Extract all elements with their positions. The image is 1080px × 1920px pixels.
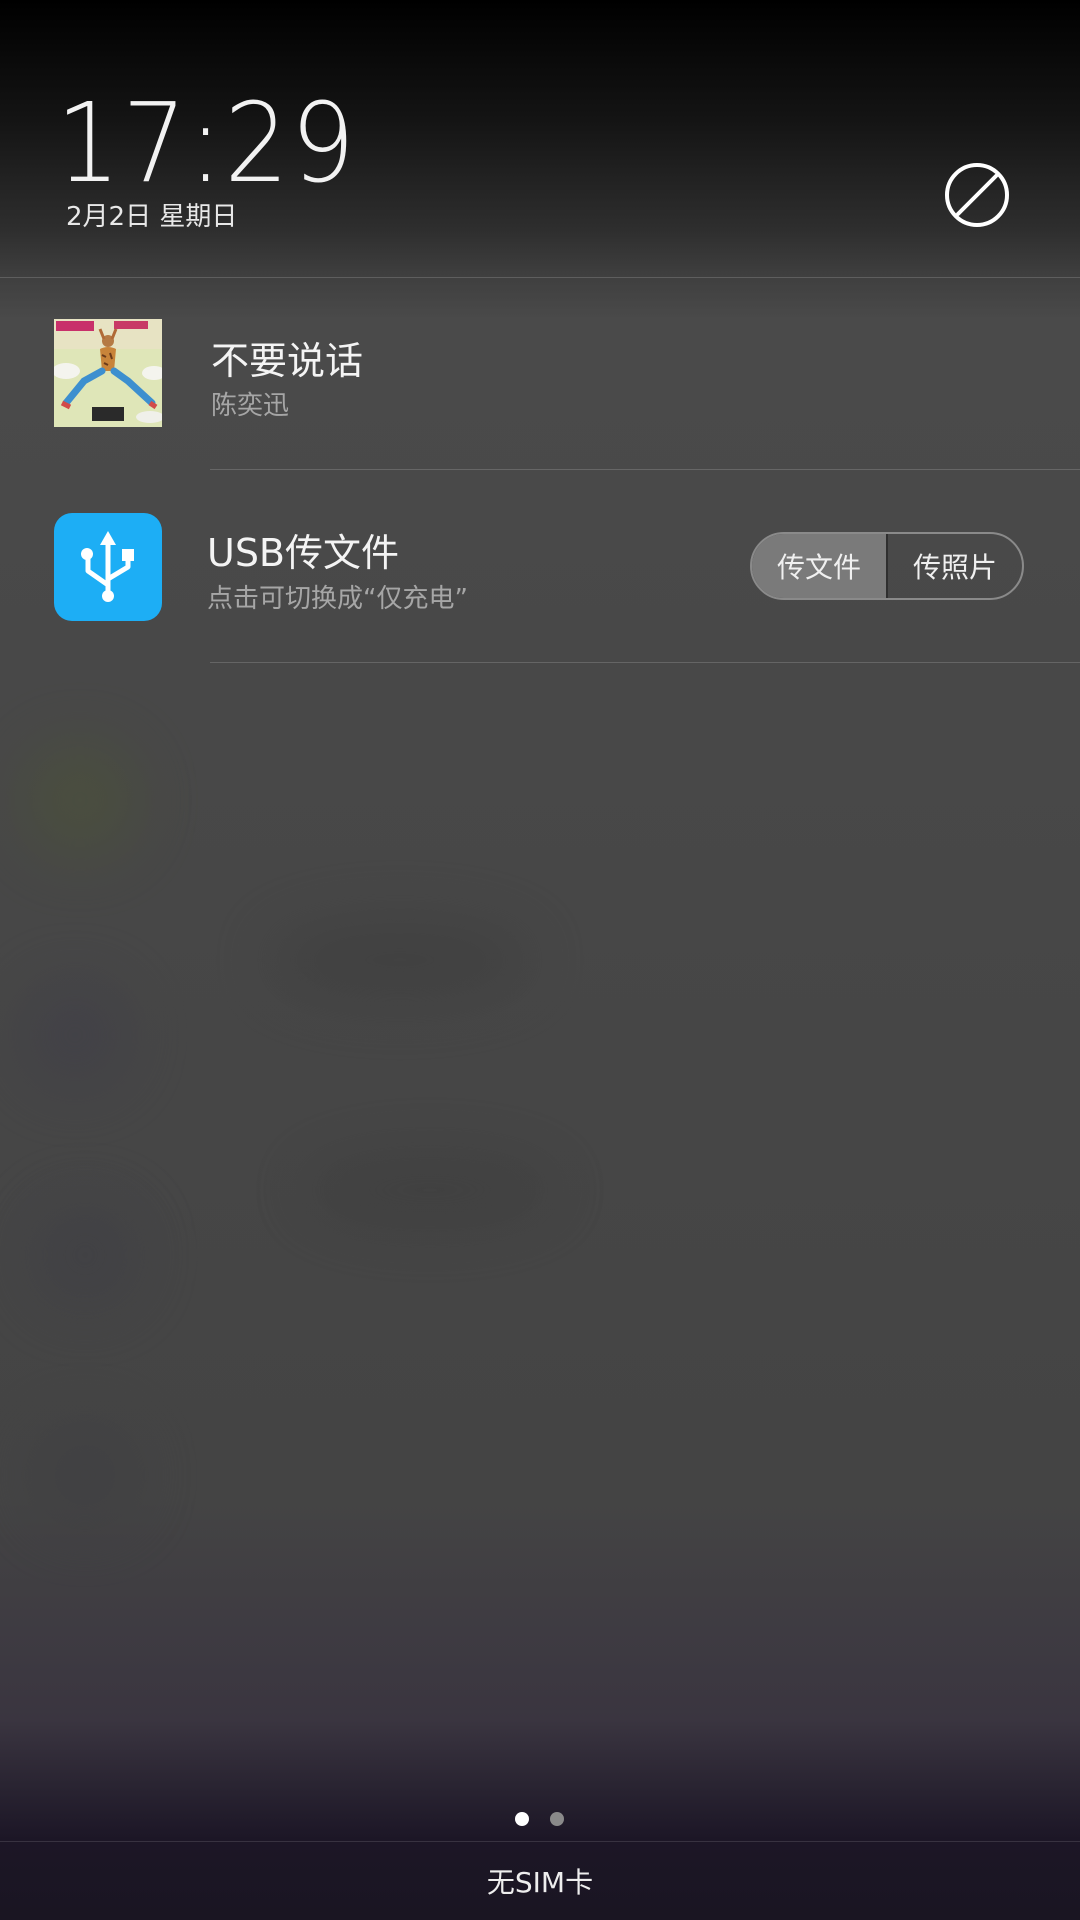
usb-subtitle: 点击可切换成“仅充电” [207,584,468,614]
transfer-photos-option[interactable]: 传照片 [888,534,1022,598]
music-notification[interactable] [0,278,1080,470]
notification-divider [210,662,1080,663]
lock-screen: 17:29 2月2日 星期日 不要说话 陈奕迅 USB传文件 点击可切换成“仅充… [0,0,1080,1920]
background-blur [20,980,130,1090]
album-cover-image [54,319,162,427]
usb-icon [54,513,162,621]
page-indicator [0,1812,1080,1828]
song-artist: 陈奕迅 [211,391,290,421]
background-blur [20,740,140,860]
background-blur [30,1420,140,1530]
do-not-disturb-icon[interactable] [944,162,1010,228]
song-title: 不要说话 [211,339,364,383]
background-blur [30,1200,140,1310]
transfer-files-option[interactable]: 传文件 [752,534,886,598]
clock: 17:29 [56,79,357,207]
background-blur [270,920,530,1000]
usb-mode-selector: 传文件 传照片 [750,532,1024,600]
background-blur [300,1150,560,1230]
page-dot [550,1812,564,1826]
sim-status: 无SIM卡 [486,1866,594,1899]
page-dot-active [515,1812,529,1826]
date: 2月2日 星期日 [66,202,238,232]
lockscreen-header: 17:29 2月2日 星期日 [0,0,1080,277]
usb-title: USB传文件 [207,531,400,575]
